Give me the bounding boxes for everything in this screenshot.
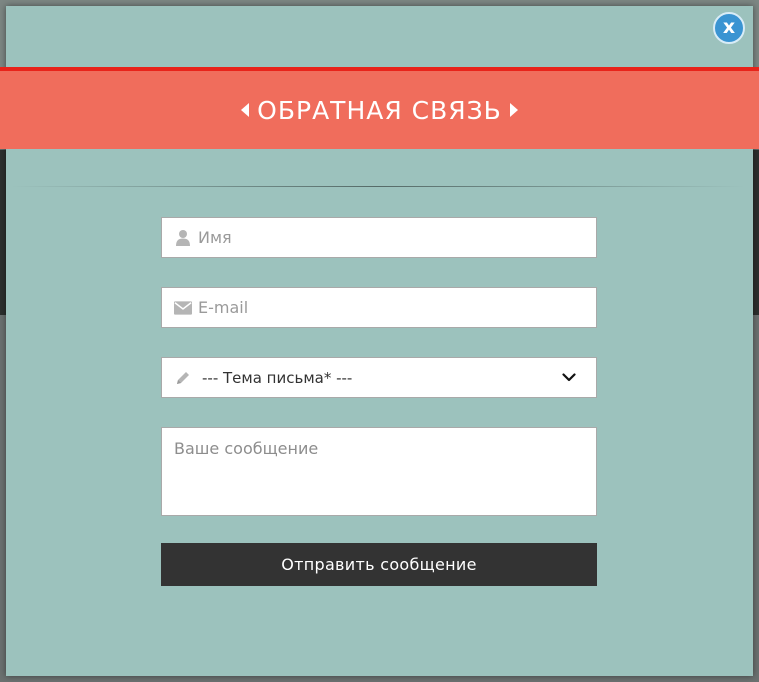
caret-left-icon [241, 103, 250, 117]
message-textarea[interactable] [162, 428, 596, 515]
email-input[interactable] [198, 288, 596, 327]
caret-right-icon [509, 103, 518, 117]
subject-selected-value: --- Тема письма* --- [202, 368, 353, 387]
name-input[interactable] [198, 218, 596, 257]
envelope-icon [174, 299, 192, 317]
pencil-icon [174, 369, 192, 387]
modal-title-banner: ОБРАТНАЯ СВЯЗЬ [0, 67, 759, 149]
divider [10, 186, 745, 187]
submit-button[interactable]: Отправить сообщение [161, 543, 597, 586]
message-field[interactable] [161, 427, 597, 516]
user-icon [174, 229, 192, 247]
chevron-down-icon[interactable] [558, 367, 580, 389]
name-field[interactable] [161, 217, 597, 258]
subject-select[interactable]: --- Тема письма* --- [161, 357, 597, 398]
modal-title: ОБРАТНАЯ СВЯЗЬ [257, 95, 502, 125]
close-button[interactable]: x [713, 12, 745, 44]
email-field[interactable] [161, 287, 597, 328]
